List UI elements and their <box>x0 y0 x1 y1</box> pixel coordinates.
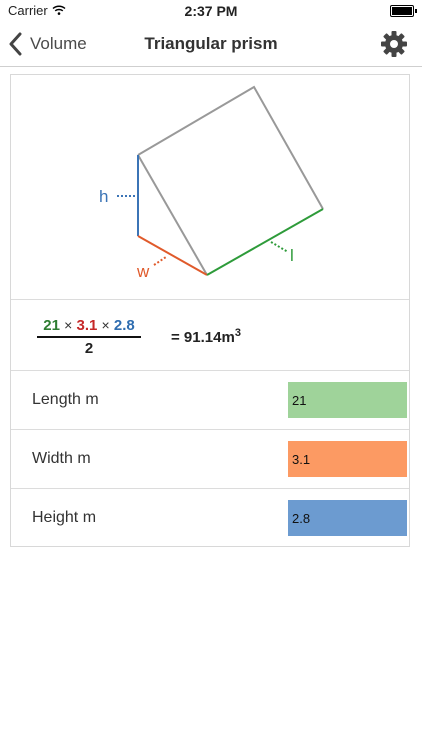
battery-icon <box>390 5 417 17</box>
gear-icon[interactable] <box>380 30 408 58</box>
formula-numerator: 21 × 3.1 × 2.8 <box>37 317 141 338</box>
height-label-text: Height m <box>32 509 97 526</box>
navigation-bar: Volume Triangular prism <box>0 22 422 67</box>
prism-gray-edges <box>137 85 324 210</box>
length-label-text: Length m <box>32 391 99 408</box>
width-leader <box>153 256 167 266</box>
result-exponent: 3 <box>234 327 241 339</box>
multiply-sign: × <box>64 317 73 333</box>
status-time: 2:37 PM <box>184 3 238 19</box>
formula-result: = 91.14m3 <box>171 327 241 346</box>
length-edge <box>206 208 324 276</box>
volume-formula: 21 × 3.1 × 2.8 2 = 91.14m3 <box>11 300 409 371</box>
height-input[interactable] <box>288 500 407 536</box>
formula-denominator: 2 <box>84 340 94 357</box>
status-bar: Carrier 2:37 PM <box>0 0 422 22</box>
height-row: Height m <box>11 489 409 547</box>
prism-diagram: h w l <box>11 75 409 300</box>
formula-fraction: 21 × 3.1 × 2.8 2 <box>37 317 141 357</box>
length-input[interactable] <box>288 382 407 418</box>
prism-hypotenuse-edge <box>137 154 208 276</box>
width-label: w <box>136 262 150 281</box>
formula-length-value: 21 <box>43 317 60 334</box>
back-button[interactable]: Volume <box>8 30 87 58</box>
chevron-left-icon <box>9 32 22 56</box>
length-label: l <box>290 246 294 265</box>
formula-height-value: 2.8 <box>113 317 135 334</box>
multiply-sign: × <box>101 317 110 333</box>
width-label-text: Width m <box>32 450 91 467</box>
back-button-label: Volume <box>30 34 87 53</box>
length-leader <box>270 241 289 253</box>
calculator-card: h w l 21 × 3.1 × 2.8 2 = 91.14m3 Length … <box>10 74 410 547</box>
width-row: Width m <box>11 430 409 489</box>
page-title: Triangular prism <box>144 34 278 53</box>
height-label: h <box>99 187 108 206</box>
formula-width-value: 3.1 <box>76 317 98 334</box>
triangular-prism-drawing: h w l <box>99 85 324 281</box>
width-input[interactable] <box>288 441 407 477</box>
result-value: = 91.14m <box>171 329 235 346</box>
length-row: Length m <box>11 371 409 430</box>
